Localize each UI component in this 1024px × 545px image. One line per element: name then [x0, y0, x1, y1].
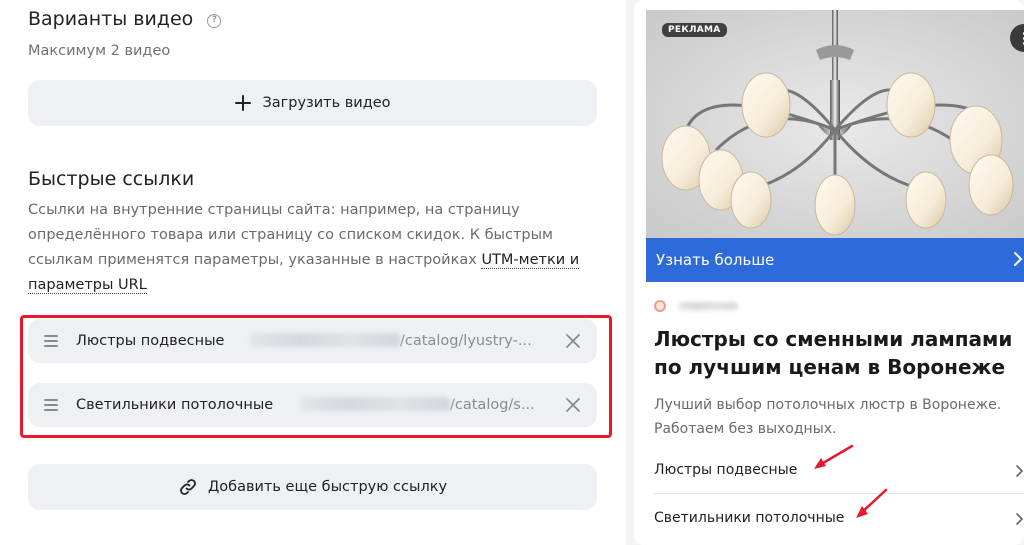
quicklink-url-path: /catalog/lyustry-... — [400, 333, 532, 349]
close-icon[interactable] — [563, 331, 583, 351]
chevron-right-icon — [1014, 512, 1024, 530]
quicklink-row[interactable]: Люстры подвесные /catalog/lyustry-... — [28, 319, 597, 363]
ad-settings-panel: Варианты видео ? Максимум 2 видео Загруз… — [0, 0, 626, 545]
help-circle-icon[interactable]: ? — [207, 14, 222, 28]
quicklinks-section-title: Быстрые ссылки — [28, 168, 195, 190]
chevron-right-icon — [1012, 250, 1024, 272]
annotation-arrow-icon — [814, 444, 854, 469]
quicklink-name[interactable]: Светильники потолочные — [76, 397, 273, 413]
favicon-icon — [654, 300, 666, 312]
quicklink-name[interactable]: Люстры подвесные — [76, 333, 224, 349]
add-quicklink-button[interactable]: Добавить еще быструю ссылку — [28, 464, 597, 510]
ad-text: Лучший выбор потолочных люстр в Воронеже… — [654, 397, 1002, 437]
annotation-arrow-icon — [856, 488, 888, 518]
ad-title[interactable]: Люстры со сменными лампами по лучшим цен… — [654, 325, 1024, 381]
quicklink-url-path: /catalog/s... — [450, 397, 535, 413]
blurred-domain — [300, 397, 450, 411]
sitelink-item[interactable]: Светильники потолочные — [654, 497, 1024, 539]
quicklink-url[interactable]: /catalog/s... — [300, 397, 535, 413]
ad-preview: РЕКЛАМА Узнать больше Люстры со сменными… — [634, 0, 1024, 545]
learn-more-label: Узнать больше — [656, 251, 775, 269]
plus-icon — [234, 94, 252, 112]
quicklink-url[interactable]: /catalog/lyustry-... — [250, 333, 532, 349]
learn-more-button[interactable]: Узнать больше — [646, 238, 1024, 282]
drag-handle-icon[interactable] — [44, 335, 58, 347]
quicklinks-description-text: Ссылки на внутренние страницы сайта: нап… — [28, 202, 553, 268]
quicklink-row[interactable]: Светильники потолочные /catalog/s... — [28, 383, 597, 427]
sitelink-label: Светильники потолочные — [654, 510, 845, 526]
drag-handle-icon[interactable] — [44, 399, 58, 411]
quicklinks-description: Ссылки на внутренние страницы сайта: нап… — [28, 198, 603, 298]
sitelink-label: Люстры подвесные — [654, 462, 798, 478]
chandelier-image — [646, 10, 1024, 238]
upload-video-button[interactable]: Загрузить видео — [28, 80, 597, 126]
video-section-title-text: Варианты видео — [28, 8, 194, 30]
blurred-domain — [678, 302, 738, 310]
upload-video-label: Загрузить видео — [262, 95, 391, 111]
ad-label-badge: РЕКЛАМА — [662, 23, 727, 37]
link-icon — [178, 477, 198, 497]
ad-image[interactable]: РЕКЛАМА — [646, 10, 1024, 238]
blurred-domain — [250, 333, 400, 347]
sitelink-divider — [654, 493, 1024, 494]
video-section-title: Варианты видео ? — [28, 8, 222, 30]
close-icon[interactable] — [563, 395, 583, 415]
add-quicklink-label: Добавить еще быструю ссылку — [207, 479, 448, 495]
video-limit-note: Максимум 2 видео — [28, 43, 171, 59]
chevron-right-icon — [1014, 464, 1024, 482]
